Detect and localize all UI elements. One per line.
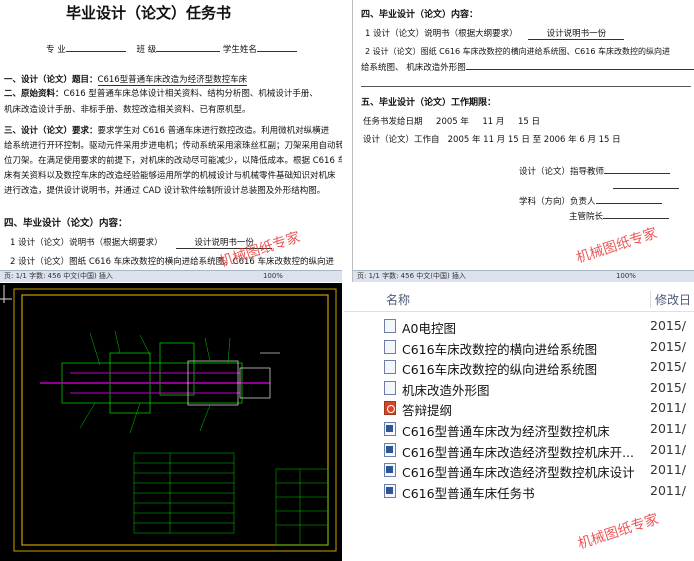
section-3-l4: 床有关资料以及数控车床的改造经验能够运用所学的机械设计与机械零件基础知识对机床	[4, 171, 336, 181]
file-list-item[interactable]: dwg-file-icon C616车床改数控的纵向进给系统图 2015/	[344, 357, 694, 378]
section-3-l5: 进行改造，提供设计说明书，并通过 CAD 设计软件绘制所设计总装图及外形结构图。	[4, 186, 326, 196]
file-modified-date: 2015/	[650, 359, 687, 375]
file-list-item[interactable]: doc-file-icon C616型普通车床改造经济型数控机床设计 2011/	[344, 460, 694, 481]
file-modified-date: 2011/	[650, 421, 687, 436]
file-name: C616型普通车床改造经济型数控机床设计	[402, 465, 635, 481]
section-5: 五、毕业设计（论文）工作期限：	[361, 98, 497, 108]
section-3: 三、设计（论文）要求：要求学生对 C616 普通车床进行数控改造。利用微机对纵横…	[4, 126, 330, 136]
file-modified-date: 2011/	[650, 400, 687, 416]
section-4-l3: 给系统图、 机床改造外形图	[361, 63, 694, 73]
file-icon: doc-file-icon	[384, 463, 396, 478]
file-list-item[interactable]: doc-file-icon C616型普通车床改造经济型数控机床开... 2011/	[344, 440, 694, 461]
file-name: C616型普通车床改为经济型数控机床	[402, 424, 610, 439]
file-name: C616车床改数控的纵向进给系统图	[402, 362, 598, 378]
section-1: 一、设计（论文）题目：C616型普通车床改造为经济型数控车床	[4, 75, 248, 87]
section-4-l1: 1 设计（论文）说明书（根据大纲要求） 设计说明书一份	[10, 238, 273, 250]
file-modified-date: 2011/	[650, 441, 687, 457]
file-icon: dwg-file-icon	[384, 319, 396, 333]
file-list-item[interactable]: dwg-file-icon C616车床改数控的横向进给系统图 2015/	[344, 337, 694, 358]
file-icon: doc-file-icon	[384, 422, 396, 436]
status-bar: 页: 1/1 字数: 456 中文(中国) 插入 100%	[0, 270, 342, 282]
section-4-l2: 2 设计（论文）图纸 C616 车床改数控的横向进给系统图、C616 车床改数控…	[365, 47, 670, 56]
file-icon: doc-file-icon	[384, 442, 396, 457]
file-modified-date: 2015/	[650, 379, 687, 395]
section-4: 四、毕业设计（论文）内容：	[361, 10, 479, 20]
section-2: 二、原始资料：C616 型普通车床总体设计相关资料、结构分析图、机械设计手册、	[4, 89, 318, 99]
row-major: 专 业 班 级 学生姓名	[46, 45, 297, 55]
file-list-item[interactable]: doc-file-icon C616型普通车床任务书 2011/	[344, 481, 694, 502]
column-name-header[interactable]: 名称	[386, 291, 410, 308]
cad-drawing-view[interactable]	[0, 283, 342, 561]
section-3-l2: 给系统进行开环控制。驱动元件采用步进电机；传动系统采用滚珠丝杠副；刀架采用自动转	[4, 141, 342, 151]
column-date-header[interactable]: 修改日	[650, 291, 691, 308]
file-list-item[interactable]: dwg-file-icon 机床改造外形图 2015/	[344, 378, 694, 399]
watermark: 机械图纸专家	[574, 225, 660, 267]
sign-dean: 主管院长	[569, 212, 670, 222]
task-document-page2: 四、毕业设计（论文）内容： 1 设计（论文）说明书（根据大纲要求） 设计说明书一…	[352, 0, 694, 282]
status-bar: 页: 1/1 字数: 456 中文(中国) 插入 100%	[353, 270, 694, 282]
section-4-l2: 2 设计（论文）图纸 C616 车床改数控的横向进给系统图。C616 车床改数控…	[10, 257, 335, 267]
file-name: C616型普通车床改造经济型数控机床开...	[402, 444, 635, 460]
cad-drawing-canvas	[0, 283, 342, 561]
file-name: 答辩提纲	[402, 403, 453, 419]
section-3-l3: 位刀架。在满足使用要求的前提下，对机床的改动尽可能减少，以降低成本。根据 C61…	[4, 156, 342, 166]
file-list-item[interactable]: ppt-file-icon 答辩提纲 2011/	[344, 398, 694, 419]
file-icon: dwg-file-icon	[384, 360, 396, 375]
file-modified-date: 2011/	[650, 462, 687, 478]
file-name: A0电控图	[402, 321, 457, 336]
file-name: C616型普通车床任务书	[402, 485, 535, 501]
file-name: C616车床改数控的横向进给系统图	[402, 341, 598, 357]
list-header: 名称 修改日	[344, 283, 694, 312]
doc-title: 毕业设计（论文）任务书	[66, 4, 232, 22]
file-list-item[interactable]: doc-file-icon C616型普通车床改为经济型数控机床 2011/	[344, 419, 694, 440]
file-icon: dwg-file-icon	[384, 380, 396, 395]
file-explorer-list[interactable]: 名称 修改日 dwg-file-icon A0电控图 2015/dwg-file-i…	[344, 283, 694, 561]
section-2-cont: 机床改造设计手册、非标手册、数控改造相关资料、已有原机型。	[4, 105, 251, 115]
section-4: 四、毕业设计（论文）内容：	[4, 218, 128, 229]
file-name: 机床改造外形图	[402, 382, 490, 398]
file-modified-date: 2011/	[650, 482, 687, 498]
divider	[361, 86, 691, 87]
file-modified-date: 2015/	[650, 318, 687, 333]
file-modified-date: 2015/	[650, 338, 687, 354]
sign-blank	[613, 182, 679, 192]
file-icon: doc-file-icon	[384, 483, 396, 498]
sign-advisor: 设计（论文）指导教师	[519, 167, 671, 177]
section-4-l1: 1 设计（论文）说明书（根据大纲要求） 设计说明书一份	[365, 29, 625, 41]
work-period: 设计（论文）工作自 2005 年 11 月 15 日 至 2006 年 6 月 …	[363, 135, 621, 145]
watermark: 机械图纸专家	[575, 511, 661, 553]
task-document-page1: 毕业设计（论文）任务书 专 业 班 级 学生姓名 一、设计（论文）题目：C616…	[0, 0, 342, 282]
file-icon: ppt-file-icon	[384, 401, 396, 416]
issue-date: 任务书发给日期 2005 年 11 月 15 日	[363, 117, 540, 127]
file-list-item[interactable]: dwg-file-icon A0电控图 2015/	[344, 316, 694, 337]
file-icon: dwg-file-icon	[384, 339, 396, 354]
sign-head: 学科（方向）负责人	[519, 197, 662, 207]
